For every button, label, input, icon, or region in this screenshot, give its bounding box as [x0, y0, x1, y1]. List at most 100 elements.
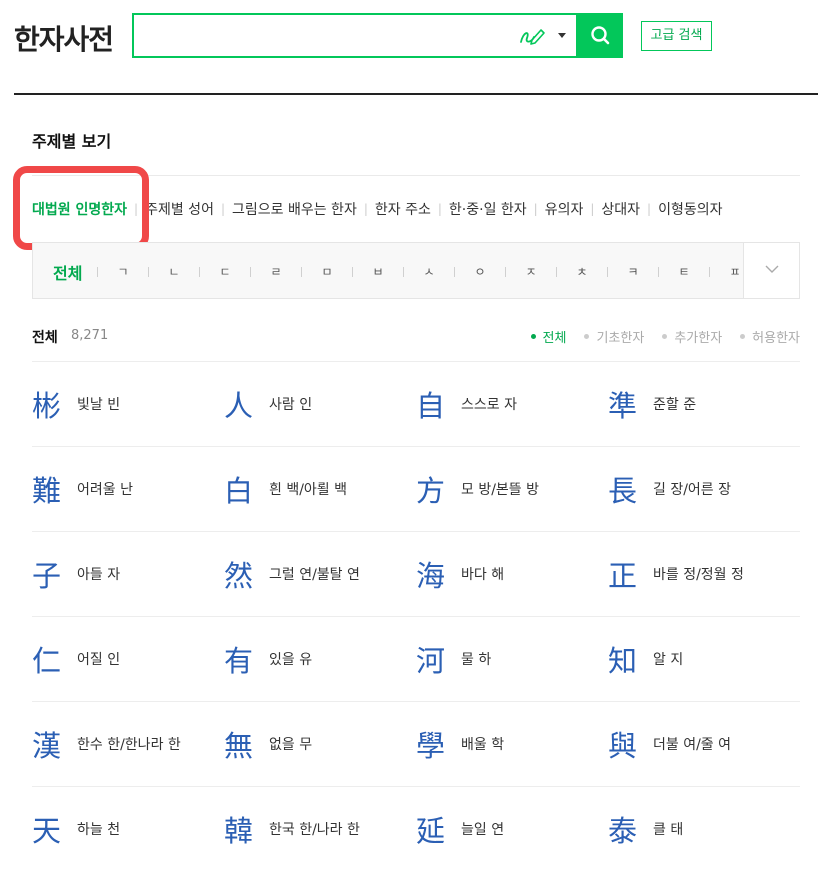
hanja-entry[interactable]: 學 배울 학: [416, 702, 608, 786]
hanja-entry[interactable]: 子 아들 자: [32, 532, 224, 616]
consonant-item[interactable]: ㄴ: [167, 263, 181, 280]
hanja-char[interactable]: 海: [416, 553, 461, 595]
hanja-meaning: 빛날 빈: [77, 397, 121, 413]
hanja-entry[interactable]: 彬 빛날 빈: [32, 362, 224, 446]
hanja-entry[interactable]: 白흰 백/아뢸 백: [224, 447, 416, 531]
hanja-entry[interactable]: 有 있을 유: [224, 617, 416, 701]
dictionary-logo[interactable]: 한자사전: [14, 18, 114, 58]
category-tab-kcj[interactable]: 한·중·일 한자: [449, 199, 527, 219]
search-input[interactable]: [140, 21, 500, 51]
expand-toggle-button[interactable]: [743, 243, 799, 298]
hanja-meaning: 물 하: [461, 652, 492, 668]
hanja-entry[interactable]: 與 더불 여/줄 여: [608, 702, 800, 786]
hanja-entry[interactable]: 無 없을 무: [224, 702, 416, 786]
hanja-meaning: 클 태: [653, 822, 684, 838]
hanja-char[interactable]: 正: [608, 553, 653, 595]
hanja-char[interactable]: 自: [416, 383, 461, 425]
consonant-item[interactable]: ㅈ: [524, 263, 538, 280]
hanja-char[interactable]: 準: [608, 383, 653, 425]
hanja-char[interactable]: 與: [608, 723, 653, 765]
hanja-entry[interactable]: 人 사람 인: [224, 362, 416, 446]
hanja-char[interactable]: 無: [224, 723, 269, 765]
section-title: 주제별 보기: [32, 132, 112, 151]
consonant-item[interactable]: ㅍ: [728, 263, 742, 280]
consonant-item[interactable]: ㄷ: [218, 263, 232, 280]
hanja-char[interactable]: 長: [608, 468, 653, 510]
hanja-row: 子 아들 자 然 그럴 연/불탈 연 海 바다 해 正 바를 정/정월 정: [32, 531, 800, 616]
hanja-char[interactable]: 天: [32, 808, 77, 850]
hanja-row: 漢 한수 한/한나라 한 無 없을 무 學 배울 학 與 더불 여/줄 여: [32, 701, 800, 786]
consonant-item[interactable]: ㅊ: [575, 263, 589, 280]
hanja-entry[interactable]: 漢 한수 한/한나라 한: [32, 702, 224, 786]
hanja-entry[interactable]: 海 바다 해: [416, 532, 608, 616]
input-tool-dropdown-icon[interactable]: [558, 33, 566, 38]
hanja-entry[interactable]: 難 어려울 난: [32, 447, 224, 531]
hanja-char[interactable]: 漢: [32, 723, 77, 765]
result-count: 8,271: [71, 328, 109, 343]
category-tab-address[interactable]: 한자 주소: [375, 199, 431, 219]
hanja-char[interactable]: 白: [224, 468, 269, 510]
consonant-item[interactable]: ㄹ: [269, 263, 283, 280]
category-tab-synonyms[interactable]: 유의자: [545, 199, 584, 219]
hanja-entry[interactable]: 知알 지: [608, 617, 800, 701]
hanja-meaning: 하늘 천: [77, 822, 121, 838]
category-tab-variants[interactable]: 이형동의자: [658, 199, 722, 219]
consonant-item[interactable]: ㅌ: [677, 263, 691, 280]
hanja-entry[interactable]: 正 바를 정/정월 정: [608, 532, 800, 616]
consonant-all[interactable]: 전체: [53, 260, 82, 284]
hanja-entry[interactable]: 自 스스로 자: [416, 362, 608, 446]
bullet-icon: [530, 334, 536, 339]
chevron-down-icon: [765, 265, 779, 273]
hanja-entry[interactable]: 準 준할 준: [608, 362, 800, 446]
hanja-char[interactable]: 延: [416, 808, 461, 850]
separator: [199, 266, 200, 277]
hanja-entry[interactable]: 泰클 태: [608, 787, 800, 871]
consonant-item[interactable]: ㅁ: [320, 263, 334, 280]
hanja-entry[interactable]: 仁 어질 인: [32, 617, 224, 701]
hanja-entry[interactable]: 韓 한국 한/나라 한: [224, 787, 416, 871]
hanja-entry[interactable]: 方모 방/본뜰 방: [416, 447, 608, 531]
hanja-char[interactable]: 彬: [32, 383, 77, 425]
hanja-meaning: 없을 무: [269, 737, 313, 753]
hanja-char[interactable]: 子: [32, 553, 77, 595]
hanja-entry[interactable]: 天 하늘 천: [32, 787, 224, 871]
filter-basic[interactable]: 기초한자: [584, 327, 644, 346]
search-button[interactable]: [578, 13, 623, 58]
result-label: 전체: [32, 330, 58, 346]
consonant-item[interactable]: ㅋ: [626, 263, 640, 280]
hanja-entry[interactable]: 然 그럴 연/불탈 연: [224, 532, 416, 616]
search-box: [132, 13, 578, 58]
handwriting-input-icon[interactable]: [518, 24, 546, 48]
hanja-char[interactable]: 人: [224, 383, 269, 425]
hanja-char[interactable]: 方: [416, 468, 461, 510]
hanja-char[interactable]: 韓: [224, 808, 269, 850]
hanja-char[interactable]: 難: [32, 468, 77, 510]
separator: [709, 266, 710, 277]
level-filter: 전체 기초한자 추가한자 허용한자: [513, 327, 800, 346]
category-tab-court-names[interactable]: 대법원 인명한자: [32, 199, 127, 219]
consonant-filter-bar: 전체 ㄱ ㄴ ㄷ ㄹ ㅁ ㅂ ㅅ ㅇ ㅈ ㅊ ㅋ ㅌ ㅍ ㅎ: [32, 242, 800, 299]
category-tab-idioms[interactable]: 주제별 성어: [145, 199, 214, 219]
category-tab-picture[interactable]: 그림으로 배우는 한자: [232, 199, 357, 219]
category-tab-antonyms[interactable]: 상대자: [601, 199, 640, 219]
hanja-meaning: 흰 백/아뢸 백: [269, 482, 348, 498]
hanja-char[interactable]: 河: [416, 638, 461, 680]
filter-all[interactable]: 전체: [530, 327, 566, 346]
hanja-entry[interactable]: 延 늘일 연: [416, 787, 608, 871]
consonant-item[interactable]: ㅂ: [371, 263, 385, 280]
filter-allowed[interactable]: 허용한자: [740, 327, 800, 346]
hanja-char[interactable]: 仁: [32, 638, 77, 680]
hanja-char[interactable]: 學: [416, 723, 461, 765]
hanja-char[interactable]: 知: [608, 638, 653, 680]
hanja-row: 彬 빛날 빈 人 사람 인 自 스스로 자 準 준할 준: [32, 361, 800, 446]
consonant-item[interactable]: ㅅ: [422, 263, 436, 280]
consonant-item[interactable]: ㄱ: [116, 263, 130, 280]
filter-added[interactable]: 추가한자: [662, 327, 722, 346]
hanja-char[interactable]: 有: [224, 638, 269, 680]
hanja-entry[interactable]: 長길 장/어른 장: [608, 447, 800, 531]
consonant-item[interactable]: ㅇ: [473, 263, 487, 280]
hanja-char[interactable]: 泰: [608, 808, 653, 850]
hanja-entry[interactable]: 河물 하: [416, 617, 608, 701]
hanja-char[interactable]: 然: [224, 553, 269, 595]
advanced-search-button[interactable]: 고급 검색: [641, 21, 712, 51]
